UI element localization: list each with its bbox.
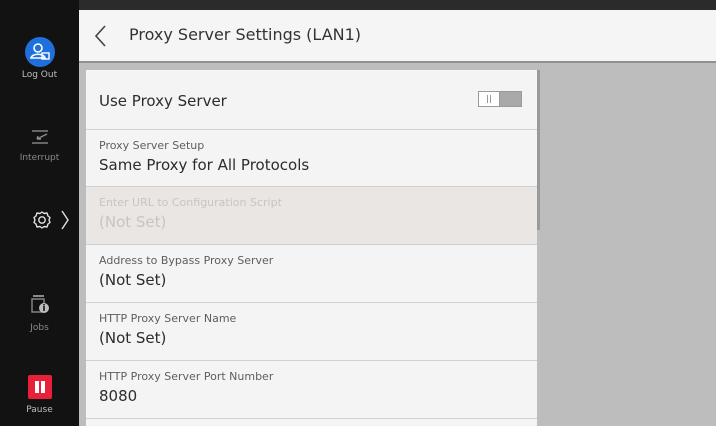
row-value: (Not Set): [99, 213, 167, 231]
use-proxy-row[interactable]: Use Proxy Server: [86, 70, 537, 130]
use-proxy-toggle[interactable]: [478, 91, 522, 107]
row-label: HTTP Proxy Server Name: [99, 312, 237, 325]
pause-icon: [27, 375, 52, 399]
pause-label: Pause: [26, 405, 53, 415]
page-title: Proxy Server Settings (LAN1): [129, 25, 362, 44]
page-header: Proxy Server Settings (LAN1): [79, 10, 716, 63]
row-label: Address to Bypass Proxy Server: [99, 254, 274, 267]
gear-icon: [33, 211, 51, 229]
jobs-button[interactable]: Jobs: [0, 293, 79, 333]
row-value: (Not Set): [99, 329, 167, 347]
content-area: Use Proxy Server Proxy Server Setup Same…: [79, 63, 716, 426]
settings-button[interactable]: [30, 203, 75, 237]
settings-list: Use Proxy Server Proxy Server Setup Same…: [86, 70, 537, 426]
row-value: 8080: [99, 387, 138, 405]
chevron-right-icon: [61, 210, 69, 230]
interrupt-label: Interrupt: [19, 153, 60, 163]
http-proxy-name-row[interactable]: HTTP Proxy Server Name (Not Set): [86, 303, 537, 361]
user-logout-icon: [24, 37, 55, 67]
proxy-server-setup-row[interactable]: Proxy Server Setup Same Proxy for All Pr…: [86, 130, 537, 187]
row-label: Proxy Server Setup: [99, 139, 205, 152]
http-proxy-port-row[interactable]: HTTP Proxy Server Port Number 8080: [86, 361, 537, 419]
row-label: HTTP Proxy Server Port Number: [99, 370, 274, 383]
toggle-track: [500, 92, 521, 106]
bypass-address-row[interactable]: Address to Bypass Proxy Server (Not Set): [86, 245, 537, 303]
interrupt-icon: [28, 128, 52, 146]
jobs-label: Jobs: [30, 323, 49, 333]
row-label: Enter URL to Configuration Script: [99, 196, 282, 209]
pause-button[interactable]: Pause: [0, 375, 79, 415]
toggle-knob: [479, 92, 500, 106]
logout-label: Log Out: [21, 70, 58, 80]
interrupt-button[interactable]: Interrupt: [0, 128, 79, 163]
chevron-left-icon[interactable]: [93, 24, 109, 48]
config-script-url-row: Enter URL to Configuration Script (Not S…: [86, 187, 537, 245]
row-value: (Not Set): [99, 271, 167, 289]
use-proxy-label: Use Proxy Server: [99, 92, 227, 110]
list-scrollbar[interactable]: [537, 70, 540, 230]
row-value: Same Proxy for All Protocols: [99, 156, 310, 174]
side-rail: Log Out Interrupt Jobs Pause: [0, 0, 79, 426]
logout-button[interactable]: Log Out: [0, 37, 79, 80]
jobs-icon: [29, 293, 51, 315]
